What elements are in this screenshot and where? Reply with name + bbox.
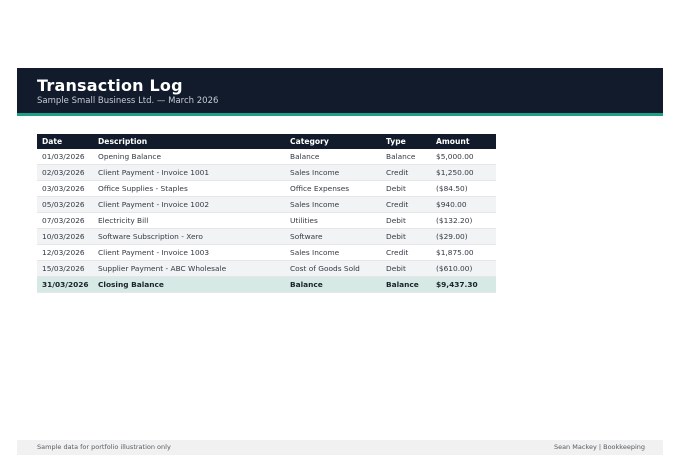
table-header-row: Date Description Category Type Amount bbox=[37, 134, 496, 149]
footer-author: Sean Mackey | Bookkeeping bbox=[553, 443, 645, 451]
cell-type: Debit bbox=[386, 264, 406, 273]
cell-category: Cost of Goods Sold bbox=[290, 264, 360, 273]
cell-amount: $940.00 bbox=[436, 200, 467, 209]
column-header-description: Description bbox=[98, 137, 148, 146]
cell-date: 05/03/2026 bbox=[42, 200, 85, 209]
cell-type: Balance bbox=[386, 152, 416, 161]
cell-category: Software bbox=[290, 232, 323, 241]
cell-type: Credit bbox=[386, 200, 409, 209]
cell-amount: ($610.00) bbox=[436, 264, 473, 273]
cell-amount: $5,000.00 bbox=[436, 152, 474, 161]
cell-amount: $9,437.30 bbox=[436, 280, 478, 289]
column-header-type: Type bbox=[386, 137, 406, 146]
column-header-category: Category bbox=[290, 137, 329, 146]
cell-amount: ($29.00) bbox=[436, 232, 468, 241]
transaction-table: Date Description Category Type Amount 01… bbox=[37, 134, 496, 293]
cell-amount: ($84.50) bbox=[436, 184, 468, 193]
cell-type: Credit bbox=[386, 248, 409, 257]
cell-category: Sales Income bbox=[290, 168, 340, 177]
closing-balance-row: 31/03/2026 Closing Balance Balance Balan… bbox=[37, 276, 496, 293]
table-row: 03/03/2026 Office Supplies - Staples Off… bbox=[37, 181, 496, 197]
cell-date: 03/03/2026 bbox=[42, 184, 85, 193]
cell-date: 31/03/2026 bbox=[42, 280, 89, 289]
table-row: 12/03/2026 Client Payment - Invoice 1003… bbox=[37, 245, 496, 261]
cell-description: Closing Balance bbox=[98, 280, 164, 289]
cell-date: 07/03/2026 bbox=[42, 216, 85, 225]
cell-description: Supplier Payment - ABC Wholesale bbox=[98, 264, 227, 273]
cell-description: Client Payment - Invoice 1003 bbox=[98, 248, 210, 257]
table-row: 05/03/2026 Client Payment - Invoice 1002… bbox=[37, 196, 496, 213]
cell-date: 12/03/2026 bbox=[42, 248, 85, 257]
table-row: 10/03/2026 Software Subscription - Xero … bbox=[37, 228, 496, 245]
column-header-amount: Amount bbox=[436, 137, 470, 146]
page-title: Transaction Log bbox=[37, 76, 183, 95]
cell-amount: $1,875.00 bbox=[436, 248, 474, 257]
cell-date: 15/03/2026 bbox=[42, 264, 85, 273]
table-row: 01/03/2026 Opening Balance Balance Balan… bbox=[37, 149, 496, 165]
cell-description: Electricity Bill bbox=[98, 216, 149, 225]
page-footer: Sample data for portfolio illustration o… bbox=[17, 440, 663, 455]
cell-type: Debit bbox=[386, 232, 406, 241]
cell-category: Sales Income bbox=[290, 200, 340, 209]
cell-amount: $1,250.00 bbox=[436, 168, 474, 177]
cell-amount: ($132.20) bbox=[436, 216, 473, 225]
cell-type: Debit bbox=[386, 184, 406, 193]
cell-category: Balance bbox=[290, 280, 323, 289]
cell-type: Credit bbox=[386, 168, 409, 177]
cell-description: Client Payment - Invoice 1001 bbox=[98, 168, 210, 177]
table-header: Date Description Category Type Amount bbox=[37, 134, 496, 149]
table-body: 01/03/2026 Opening Balance Balance Balan… bbox=[37, 149, 496, 293]
cell-category: Balance bbox=[290, 152, 320, 161]
cell-type: Balance bbox=[386, 280, 419, 289]
cell-description: Software Subscription - Xero bbox=[98, 232, 203, 241]
cell-category: Sales Income bbox=[290, 248, 340, 257]
transaction-log-page: Transaction Log Sample Small Business Lt… bbox=[0, 0, 680, 459]
cell-category: Office Expenses bbox=[290, 184, 350, 193]
table-row: 07/03/2026 Electricity Bill Utilities De… bbox=[37, 213, 496, 229]
page-header: Transaction Log Sample Small Business Lt… bbox=[17, 68, 663, 116]
table-row: 02/03/2026 Client Payment - Invoice 1001… bbox=[37, 164, 496, 181]
cell-type: Debit bbox=[386, 216, 406, 225]
cell-description: Opening Balance bbox=[98, 152, 161, 161]
column-header-date: Date bbox=[42, 137, 63, 146]
table-row: 15/03/2026 Supplier Payment - ABC Wholes… bbox=[37, 260, 496, 277]
page-subtitle: Sample Small Business Ltd. — March 2026 bbox=[37, 96, 219, 106]
cell-description: Client Payment - Invoice 1002 bbox=[98, 200, 210, 209]
footer-disclaimer: Sample data for portfolio illustration o… bbox=[37, 443, 171, 451]
cell-date: 10/03/2026 bbox=[42, 232, 85, 241]
cell-category: Utilities bbox=[290, 216, 318, 225]
cell-description: Office Supplies - Staples bbox=[98, 184, 188, 193]
cell-date: 02/03/2026 bbox=[42, 168, 85, 177]
cell-date: 01/03/2026 bbox=[42, 152, 85, 161]
